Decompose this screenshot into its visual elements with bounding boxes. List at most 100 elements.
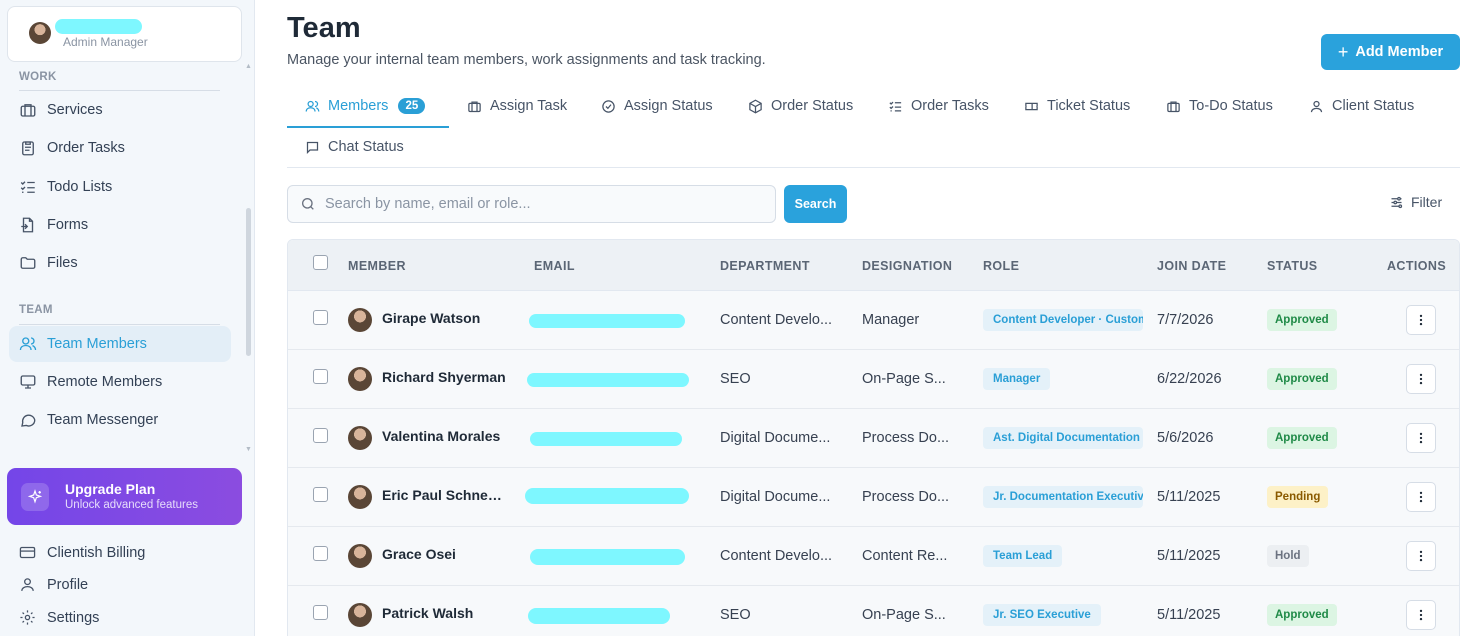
row-checkbox[interactable] xyxy=(313,487,328,502)
row-actions-button[interactable] xyxy=(1406,482,1436,512)
message-icon xyxy=(306,141,319,154)
users-icon xyxy=(305,100,320,112)
more-vertical-icon xyxy=(1419,491,1423,503)
table-row[interactable]: Grace Osei Content Develo... Content Re.… xyxy=(288,527,1459,586)
role-badge: Ast. Digital Documentation L xyxy=(983,427,1143,449)
member-name[interactable]: Girape Watson xyxy=(382,310,522,326)
check-circle-icon xyxy=(602,99,615,113)
add-member-button[interactable]: + Add Member xyxy=(1321,34,1460,70)
row-checkbox[interactable] xyxy=(313,605,328,620)
status-badge: Pending xyxy=(1267,486,1329,508)
row-checkbox[interactable] xyxy=(313,428,328,443)
profile-card[interactable]: Admin Manager xyxy=(7,6,242,62)
tab-label: To-Do Status xyxy=(1189,98,1273,114)
join-date-cell: 5/11/2025 xyxy=(1157,607,1221,623)
tab-label: Order Tasks xyxy=(911,98,989,114)
select-all-checkbox[interactable] xyxy=(313,255,328,270)
column-header-designation[interactable]: DESIGNATION xyxy=(862,259,952,273)
tab-client-status[interactable]: Client Status xyxy=(1309,88,1414,124)
page-title: Team xyxy=(287,12,361,44)
row-actions-button[interactable] xyxy=(1406,305,1436,335)
status-badge: Approved xyxy=(1267,427,1337,449)
table-row[interactable]: Richard Shyerman SEO On-Page S... Manage… xyxy=(288,350,1459,409)
upgrade-plan-card[interactable]: Upgrade Plan Unlock advanced features xyxy=(7,468,242,525)
row-checkbox[interactable] xyxy=(313,369,328,384)
designation-cell: Process Do... xyxy=(862,489,950,505)
designation-cell: Content Re... xyxy=(862,548,948,564)
department-cell: SEO xyxy=(720,371,751,387)
role-badge: Team Lead xyxy=(983,545,1063,567)
more-vertical-icon xyxy=(1419,609,1423,621)
status-badge: Approved xyxy=(1267,368,1337,390)
sidebar-item-order-tasks[interactable]: Order Tasks xyxy=(9,130,231,166)
members-count-badge: 25 xyxy=(398,98,426,114)
column-header-email[interactable]: EMAIL xyxy=(534,259,575,273)
table-row[interactable]: Girape Watson Content Develo... Manager … xyxy=(288,291,1459,350)
sidebar-item-label: Profile xyxy=(47,576,89,593)
column-header-role[interactable]: ROLE xyxy=(983,259,1019,273)
sidebar-item-team-messenger[interactable]: Team Messenger xyxy=(9,402,231,438)
scroll-down-arrow[interactable]: ▼ xyxy=(245,446,252,453)
tab-ticket-status[interactable]: Ticket Status xyxy=(1024,88,1130,124)
member-name[interactable]: Grace Osei xyxy=(382,546,522,562)
sidebar-item-profile[interactable]: Profile xyxy=(19,576,88,593)
sidebar-item-settings[interactable]: Settings xyxy=(19,609,99,626)
section-label-work: WORK xyxy=(19,71,57,83)
join-date-cell: 5/11/2025 xyxy=(1157,489,1221,505)
row-checkbox[interactable] xyxy=(313,546,328,561)
column-header-member[interactable]: MEMBER xyxy=(348,259,406,273)
filter-button[interactable]: Filter xyxy=(1389,194,1442,210)
page-subtitle: Manage your internal team members, work … xyxy=(287,52,766,68)
profile-role: Admin Manager xyxy=(63,35,148,49)
row-actions-button[interactable] xyxy=(1406,541,1436,571)
section-divider xyxy=(19,324,220,325)
tab-assign-task[interactable]: Assign Task xyxy=(467,88,567,124)
sidebar-item-remote-members[interactable]: Remote Members xyxy=(9,364,231,400)
ticket-icon xyxy=(1025,102,1038,110)
tab-members[interactable]: Members 25 xyxy=(305,88,426,124)
column-header-department[interactable]: DEPARTMENT xyxy=(720,259,810,273)
sidebar-item-todo-lists[interactable]: Todo Lists xyxy=(9,169,231,205)
users-icon xyxy=(19,337,37,351)
row-actions-button[interactable] xyxy=(1406,600,1436,630)
row-checkbox[interactable] xyxy=(313,310,328,325)
more-vertical-icon xyxy=(1419,314,1423,326)
row-actions-button[interactable] xyxy=(1406,423,1436,453)
member-name[interactable]: Eric Paul Schnei... xyxy=(382,487,502,503)
column-header-join-date[interactable]: JOIN DATE xyxy=(1157,259,1226,273)
table-row[interactable]: Patrick Walsh SEO On-Page S... Jr. SEO E… xyxy=(288,586,1459,636)
column-header-status[interactable]: STATUS xyxy=(1267,259,1318,273)
table-row[interactable]: Eric Paul Schnei... Digital Docume... Pr… xyxy=(288,468,1459,527)
sidebar-item-label: Todo Lists xyxy=(47,179,113,195)
sparkle-icon xyxy=(21,483,49,511)
sidebar-scrollbar-thumb[interactable] xyxy=(246,208,251,356)
sidebar-item-forms[interactable]: Forms xyxy=(9,207,231,243)
tab-order-status[interactable]: Order Status xyxy=(748,88,853,124)
search-button[interactable]: Search xyxy=(784,185,847,223)
redacted-email xyxy=(529,314,685,328)
tab-assign-status[interactable]: Assign Status xyxy=(601,88,713,124)
member-name[interactable]: Richard Shyerman xyxy=(382,369,522,385)
redacted-username xyxy=(55,19,142,34)
join-date-cell: 6/22/2026 xyxy=(1157,371,1222,387)
sidebar-item-clientish-billing[interactable]: Clientish Billing xyxy=(19,544,145,561)
tab-todo-status[interactable]: To-Do Status xyxy=(1166,88,1273,124)
tab-order-tasks[interactable]: Order Tasks xyxy=(888,88,989,124)
member-name[interactable]: Patrick Walsh xyxy=(382,605,522,621)
row-actions-button[interactable] xyxy=(1406,364,1436,394)
scroll-up-arrow[interactable]: ▲ xyxy=(245,63,252,70)
section-divider xyxy=(19,90,220,91)
sidebar-item-team-members[interactable]: Team Members xyxy=(9,326,231,362)
redacted-email xyxy=(527,373,689,387)
table-row[interactable]: Valentina Morales Digital Docume... Proc… xyxy=(288,409,1459,468)
sidebar-item-label: Clientish Billing xyxy=(47,544,146,561)
member-name[interactable]: Valentina Morales xyxy=(382,428,522,444)
search-input[interactable] xyxy=(325,196,755,212)
form-icon xyxy=(21,217,34,233)
briefcase-icon xyxy=(1167,101,1180,112)
sidebar-item-files[interactable]: Files xyxy=(9,245,231,281)
designation-cell: On-Page S... xyxy=(862,607,946,623)
sidebar-item-services[interactable]: Services xyxy=(9,92,231,128)
tab-chat-status[interactable]: Chat Status xyxy=(305,129,404,165)
search-field[interactable] xyxy=(287,185,776,223)
